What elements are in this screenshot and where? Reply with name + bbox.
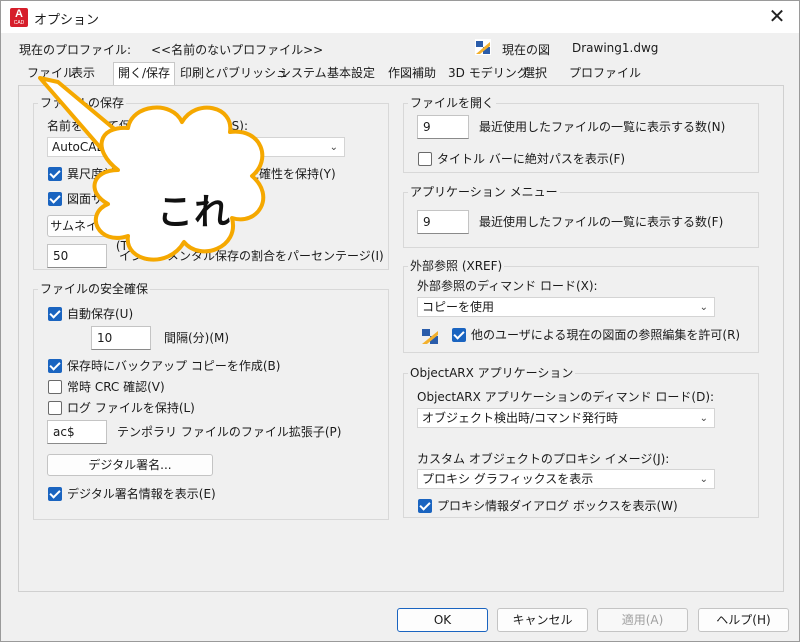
allow-xref-edit-label: 他のユーザによる現在の図面の参照編集を許可(R) [471, 328, 741, 342]
drawing-size-checkbox[interactable] [48, 192, 62, 206]
log-file-label: ログ ファイルを保持(L) [67, 401, 195, 415]
drawing-icon [475, 39, 491, 55]
recent-files-count-input[interactable]: 9 [417, 115, 469, 139]
allow-xref-edit-checkbox[interactable] [452, 328, 466, 342]
options-dialog: A CAD オプション ✕ 現在のプロファイル: <<名前のないプロファイル>> … [0, 0, 800, 642]
profile-value: <<名前のないプロファイル>> [151, 43, 324, 57]
menu-recent-count-input[interactable]: 9 [417, 210, 469, 234]
temp-extension-input[interactable]: ac$ [47, 420, 107, 444]
chevron-down-icon: ⌄ [699, 302, 708, 313]
proxy-dialog-label: プロキシ情報ダイアログ ボックスを表示(W) [437, 499, 678, 513]
digital-signature-info-label: デジタル署名情報を表示(E) [67, 487, 216, 501]
xref-demand-select[interactable]: コピーを使用 ⌄ [417, 297, 715, 317]
file-save-group: ファイルの保存 名前を付けて保存のファイル形式(S): AutoCAD 図面 (… [33, 96, 389, 270]
title-bar: A CAD オプション ✕ [1, 1, 799, 33]
application-menu-title: アプリケーション メニュー [408, 185, 560, 199]
crc-check-checkbox[interactable] [48, 380, 62, 394]
drawing-size-label: 図面サイズの互換性を保持(G) [67, 192, 230, 206]
ok-button[interactable]: OK [397, 608, 488, 632]
thumbnail-settings-button[interactable]: サムネイル プレビューの設定(T)... [47, 215, 213, 253]
autosave-interval-label: 間隔(分)(M) [164, 331, 230, 345]
window-title: オプション [34, 13, 100, 28]
tab-open-save[interactable]: 開く/保存 [113, 62, 176, 86]
tab-profiles[interactable]: プロファイル [565, 64, 645, 84]
tab-selection[interactable]: 選択 [519, 64, 551, 84]
digital-signatures-button[interactable]: デジタル署名... [47, 454, 213, 476]
autocad-app-icon: A CAD [10, 8, 28, 27]
incremental-save-label: インクリメンタル保存の割合をパーセンテージ(I) [119, 249, 384, 263]
chevron-down-icon: ⌄ [329, 142, 338, 153]
xref-title: 外部参照 (XREF) [408, 259, 505, 273]
application-menu-group: アプリケーション メニュー 9 最近使用したファイルの一覧に表示する数(F) [403, 185, 759, 248]
recent-files-count-label: 最近使用したファイルの一覧に表示する数(N) [479, 120, 726, 134]
full-path-title-checkbox[interactable] [418, 152, 432, 166]
file-safety-group: ファイルの安全確保 自動保存(U) 10 間隔(分)(M) 保存時にバックアップ… [33, 282, 389, 520]
help-button[interactable]: ヘルプ(H) [698, 608, 789, 632]
chevron-down-icon: ⌄ [699, 474, 708, 485]
file-open-group: ファイルを開く 9 最近使用したファイルの一覧に表示する数(N) タイトル バー… [403, 96, 759, 173]
autosave-label: 自動保存(U) [67, 307, 134, 321]
annotative-accuracy-label: 異尺度対応オブジェクトの表示の正確性を保持(Y) [67, 167, 336, 181]
xref-edit-icon [422, 329, 438, 344]
profile-row: 現在のプロファイル: <<名前のないプロファイル>> 現在の図 Drawing1… [1, 37, 799, 59]
full-path-title-label: タイトル バーに絶対パスを表示(F) [437, 152, 626, 166]
autosave-interval-input[interactable]: 10 [91, 326, 151, 350]
log-file-checkbox[interactable] [48, 401, 62, 415]
apply-button[interactable]: 適用(A) [597, 608, 688, 632]
digital-signature-info-checkbox[interactable] [48, 487, 62, 501]
tab-user-preferences[interactable]: 基本設定 [323, 64, 379, 84]
save-format-select[interactable]: AutoCAD 図面 (*.dwg) ⌄ [47, 137, 345, 157]
file-safety-title: ファイルの安全確保 [38, 282, 151, 296]
tab-strip: ファイル 表示 開く/保存 印刷とパブリッシュ システム 基本設定 作図補助 3… [17, 62, 789, 86]
save-format-label: 名前を付けて保存のファイル形式(S): [47, 119, 249, 133]
proxy-image-select[interactable]: プロキシ グラフィックスを表示 ⌄ [417, 469, 715, 489]
chevron-down-icon: ⌄ [699, 413, 708, 424]
annotative-accuracy-checkbox[interactable] [48, 167, 62, 181]
tab-display[interactable]: 表示 [67, 64, 99, 84]
backup-copy-checkbox[interactable] [48, 359, 62, 373]
tab-panel: ファイルの保存 名前を付けて保存のファイル形式(S): AutoCAD 図面 (… [18, 85, 784, 592]
tab-drafting[interactable]: 作図補助 [384, 64, 440, 84]
objectarx-title: ObjectARX アプリケーション [408, 366, 576, 380]
drawing-value: Drawing1.dwg [572, 41, 659, 55]
autosave-checkbox[interactable] [48, 307, 62, 321]
profile-label: 現在のプロファイル: [19, 43, 132, 57]
objectarx-group: ObjectARX アプリケーション ObjectARX アプリケーションのディ… [403, 366, 759, 518]
crc-check-label: 常時 CRC 確認(V) [67, 380, 165, 394]
close-button[interactable]: ✕ [763, 5, 791, 29]
arx-demand-select[interactable]: オブジェクト検出時/コマンド発行時 ⌄ [417, 408, 715, 428]
xref-demand-label: 外部参照のディマンド ロード(X): [417, 279, 598, 293]
file-save-title: ファイルの保存 [38, 96, 127, 110]
xref-group: 外部参照 (XREF) 外部参照のディマンド ロード(X): コピーを使用 ⌄ 他… [403, 259, 759, 353]
arx-demand-label: ObjectARX アプリケーションのディマンド ロード(D): [417, 390, 715, 404]
incremental-save-input[interactable]: 50 [47, 244, 107, 268]
file-open-title: ファイルを開く [408, 96, 497, 110]
proxy-image-label: カスタム オブジェクトのプロキシ イメージ(J): [417, 452, 670, 466]
cancel-button[interactable]: キャンセル [497, 608, 588, 632]
menu-recent-count-label: 最近使用したファイルの一覧に表示する数(F) [479, 215, 724, 229]
proxy-dialog-checkbox[interactable] [418, 499, 432, 513]
temp-extension-label: テンポラリ ファイルのファイル拡張子(P) [117, 425, 342, 439]
backup-copy-label: 保存時にバックアップ コピーを作成(B) [67, 359, 281, 373]
drawing-label: 現在の図 [502, 43, 551, 57]
